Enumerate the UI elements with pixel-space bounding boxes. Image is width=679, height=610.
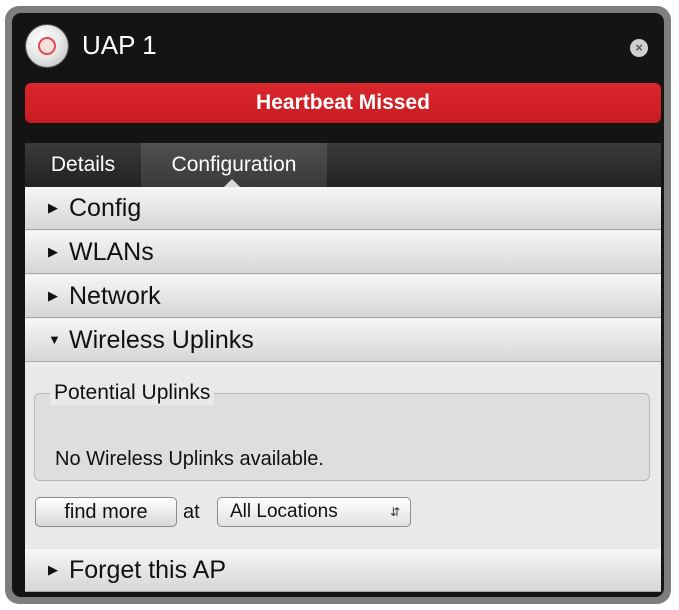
- panel-title: UAP 1: [82, 30, 157, 60]
- wireless-uplinks-body: No Wireless Uplinks available. Potential…: [25, 369, 661, 549]
- section-label: WLANs: [69, 238, 154, 266]
- section-wireless-uplinks-header[interactable]: ▼ Wireless Uplinks: [25, 319, 661, 362]
- section-label: Forget this AP: [69, 556, 227, 584]
- chevron-right-icon: ▶: [48, 288, 58, 303]
- chevron-right-icon: ▶: [48, 244, 58, 259]
- heartbeat-alert-banner: Heartbeat Missed: [25, 83, 661, 123]
- panel-header: UAP 1 ×: [12, 13, 664, 79]
- tab-bar: Details Configuration: [25, 143, 661, 187]
- section-network-header[interactable]: ▶ Network: [25, 275, 661, 318]
- location-select[interactable]: All Locations ⇵: [217, 497, 411, 527]
- close-icon[interactable]: ×: [630, 39, 648, 57]
- no-uplinks-message: No Wireless Uplinks available.: [55, 448, 324, 470]
- tab-configuration[interactable]: Configuration: [141, 143, 327, 187]
- tab-details[interactable]: Details: [25, 143, 141, 187]
- find-more-button[interactable]: find more: [35, 497, 177, 527]
- chevron-right-icon: ▶: [48, 562, 58, 577]
- device-status-icon: [26, 25, 68, 67]
- section-wlans-header[interactable]: ▶ WLANs: [25, 231, 661, 274]
- chevron-down-icon: ▼: [48, 332, 61, 347]
- at-label: at: [183, 501, 200, 523]
- section-forget-ap-header[interactable]: ▶ Forget this AP: [25, 549, 661, 592]
- location-select-value: All Locations: [230, 501, 338, 522]
- section-label: Network: [69, 282, 161, 310]
- section-label: Config: [69, 194, 142, 222]
- device-panel: UAP 1 × Heartbeat Missed Details Configu…: [12, 13, 664, 597]
- section-label: Wireless Uplinks: [69, 326, 254, 354]
- configuration-content: ▶ Config ▶ WLANs ▶ Network ▼ Wireless Up…: [25, 187, 661, 592]
- chevron-right-icon: ▶: [48, 200, 58, 215]
- potential-uplinks-legend: Potential Uplinks: [50, 381, 215, 405]
- updown-chevron-icon: ⇵: [389, 505, 400, 519]
- window-frame: UAP 1 × Heartbeat Missed Details Configu…: [5, 6, 671, 604]
- potential-uplinks-group: No Wireless Uplinks available.: [34, 393, 650, 481]
- section-config-header[interactable]: ▶ Config: [25, 187, 661, 230]
